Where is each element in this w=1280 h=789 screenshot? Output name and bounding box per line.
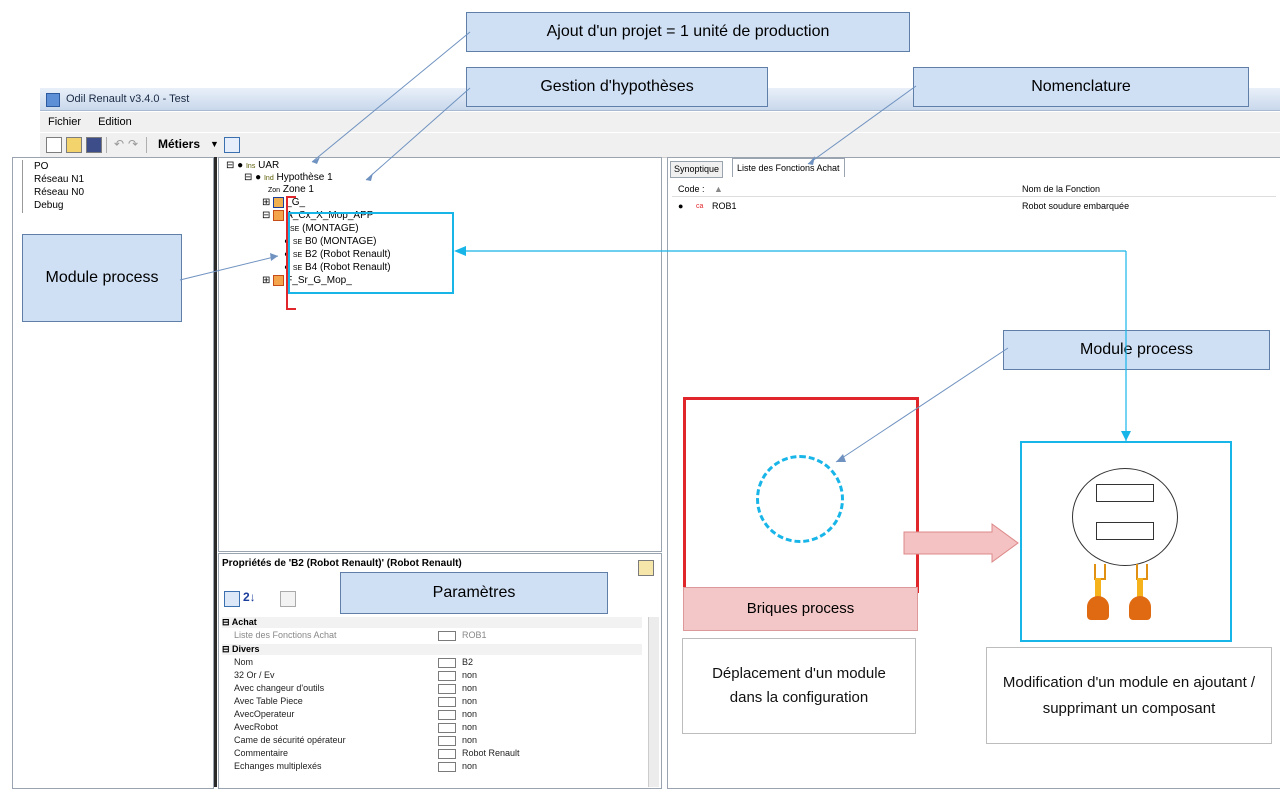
annotation-connectors — [179, 31, 1131, 463]
arrowhead — [808, 156, 815, 165]
connector-line — [807, 85, 917, 165]
connector-line — [365, 87, 471, 181]
connector-line — [311, 31, 471, 163]
arrowhead — [1121, 431, 1131, 441]
arrowhead — [366, 173, 373, 181]
arrowhead — [454, 246, 466, 256]
arrowhead — [836, 454, 846, 462]
connector-line — [835, 347, 1009, 463]
arrowhead — [270, 253, 278, 261]
connector-line — [179, 255, 279, 281]
